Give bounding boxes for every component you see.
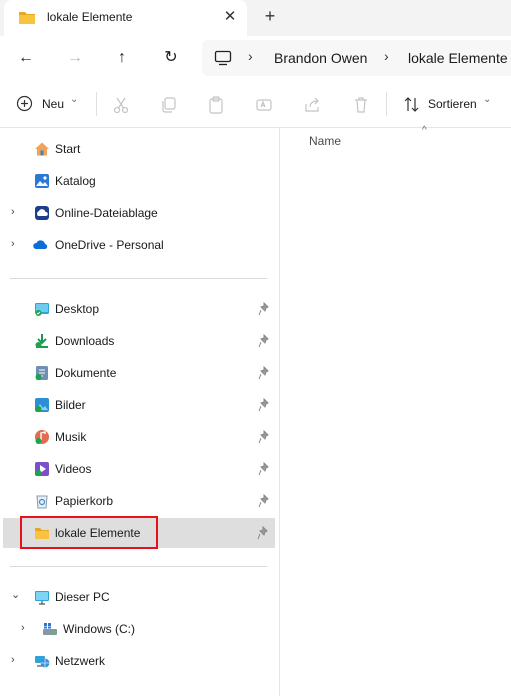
close-tab-button[interactable]: ✕ xyxy=(219,6,241,28)
chevron-down-icon: ⌄ xyxy=(70,94,79,105)
plus-circle-icon xyxy=(16,95,33,112)
new-label: Neu xyxy=(42,97,65,111)
sidebar-item-label: Papierkorb xyxy=(55,494,114,508)
cut-icon[interactable] xyxy=(112,96,130,114)
sort-arrows-icon xyxy=(404,97,419,112)
sidebar-item-label: Dokumente xyxy=(55,366,117,380)
sidebar-item-label: Dieser PC xyxy=(55,590,110,604)
chevron-down-icon: ⌄ xyxy=(483,94,492,105)
sort-button[interactable]: Sortieren ⌄ xyxy=(403,92,503,116)
cloud-storage-icon xyxy=(35,206,49,220)
navigation-pane: Start Katalog › Online-Dateiablage › One… xyxy=(0,128,280,696)
divider xyxy=(10,278,267,279)
divider xyxy=(10,566,267,567)
sidebar-item-windows-c[interactable]: › Windows (C:) xyxy=(0,614,276,644)
command-bar: Neu ⌄ Sortieren ⌄ xyxy=(0,80,511,128)
downloads-icon xyxy=(35,334,48,348)
rename-icon[interactable] xyxy=(255,96,273,114)
tab-bar: lokale Elemente ✕ + xyxy=(0,0,511,36)
pin-icon[interactable] xyxy=(258,430,270,444)
videos-icon xyxy=(35,462,49,476)
sidebar-item-label: Windows (C:) xyxy=(63,622,136,636)
network-icon xyxy=(35,656,50,668)
pin-icon[interactable] xyxy=(258,462,270,476)
divider xyxy=(96,92,97,116)
paste-icon[interactable] xyxy=(207,96,225,114)
sidebar-item-videos[interactable]: Videos xyxy=(0,454,276,484)
sidebar-item-label: Online-Dateiablage xyxy=(55,206,158,220)
drive-icon xyxy=(43,623,57,635)
sidebar-item-downloads[interactable]: Downloads xyxy=(0,326,276,356)
breadcrumb-lokale-elemente[interactable]: lokale Elemente xyxy=(408,50,508,66)
breadcrumb-brandon-owen[interactable]: Brandon Owen xyxy=(274,50,367,66)
address-row: ← → ↑ ↻ › Brandon Owen › lokale Elemente xyxy=(0,36,511,80)
new-tab-button[interactable]: + xyxy=(258,6,282,28)
sidebar-item-label: Downloads xyxy=(55,334,115,348)
chevron-right-icon[interactable]: › xyxy=(21,622,31,634)
chevron-down-icon[interactable]: ⌄ xyxy=(11,588,21,601)
sidebar-item-label: OneDrive - Personal xyxy=(55,238,164,252)
gallery-icon xyxy=(35,174,49,188)
sidebar-item-katalog[interactable]: Katalog xyxy=(0,166,276,196)
onedrive-icon xyxy=(33,240,48,249)
sidebar-item-label: Musik xyxy=(55,430,87,444)
sidebar-item-netzwerk[interactable]: › Netzwerk xyxy=(0,646,276,676)
sidebar-item-onedrive[interactable]: › OneDrive - Personal xyxy=(0,230,276,260)
sidebar-item-online-dateiablage[interactable]: › Online-Dateiablage xyxy=(0,198,276,228)
chevron-right-icon[interactable]: › xyxy=(11,238,21,250)
monitor-icon[interactable] xyxy=(214,50,232,66)
tab-lokale-elemente[interactable]: lokale Elemente ✕ xyxy=(4,0,247,36)
chevron-right-icon[interactable]: › xyxy=(11,654,21,666)
highlight-box xyxy=(20,516,158,549)
documents-icon xyxy=(35,366,48,380)
pin-icon[interactable] xyxy=(257,526,269,540)
breadcrumb-separator[interactable]: › xyxy=(248,48,253,64)
sidebar-item-label: Netzwerk xyxy=(55,654,106,668)
sidebar-item-label: Desktop xyxy=(55,302,100,316)
home-icon xyxy=(35,142,49,156)
tab-title: lokale Elemente xyxy=(47,10,133,24)
folder-icon xyxy=(19,12,35,24)
pin-icon[interactable] xyxy=(258,302,270,316)
sidebar-item-label: Bilder xyxy=(55,398,86,412)
pin-icon[interactable] xyxy=(258,398,270,412)
refresh-button[interactable]: ↻ xyxy=(157,44,185,72)
divider xyxy=(386,92,387,116)
new-button[interactable]: Neu ⌄ xyxy=(16,92,80,116)
this-pc-icon xyxy=(35,591,49,605)
pin-icon[interactable] xyxy=(258,494,270,508)
desktop-icon xyxy=(35,303,49,316)
sidebar-item-start[interactable]: Start xyxy=(0,134,276,164)
sort-ascending-icon: ^ xyxy=(422,125,427,136)
back-button[interactable]: ← xyxy=(12,44,40,72)
address-bar[interactable]: › Brandon Owen › lokale Elemente xyxy=(202,40,511,76)
pin-icon[interactable] xyxy=(258,334,270,348)
delete-icon[interactable] xyxy=(352,96,370,114)
up-button[interactable]: ↑ xyxy=(108,44,136,72)
sidebar-item-dokumente[interactable]: Dokumente xyxy=(0,358,276,388)
sidebar-item-label: Videos xyxy=(55,462,92,476)
sidebar-item-bilder[interactable]: Bilder xyxy=(0,390,276,420)
sidebar-item-musik[interactable]: Musik xyxy=(0,422,276,452)
pictures-icon xyxy=(35,398,49,412)
sidebar-item-dieser-pc[interactable]: ⌄ Dieser PC xyxy=(0,582,276,612)
content-pane: ^ Name xyxy=(281,125,511,696)
recycle-bin-icon xyxy=(36,495,48,509)
column-header-name[interactable]: Name xyxy=(309,134,341,148)
forward-button[interactable]: → xyxy=(61,44,89,72)
chevron-right-icon[interactable]: › xyxy=(11,206,21,218)
sidebar-item-label: Katalog xyxy=(55,174,96,188)
breadcrumb-separator[interactable]: › xyxy=(384,48,389,64)
sidebar-item-label: Start xyxy=(55,142,81,156)
sidebar-item-papierkorb[interactable]: Papierkorb xyxy=(0,486,276,516)
sidebar-item-desktop[interactable]: Desktop xyxy=(0,294,276,324)
music-icon xyxy=(35,430,49,444)
copy-icon[interactable] xyxy=(160,96,178,114)
share-icon[interactable] xyxy=(303,96,321,114)
sort-label: Sortieren xyxy=(428,97,477,111)
pin-icon[interactable] xyxy=(258,366,270,380)
